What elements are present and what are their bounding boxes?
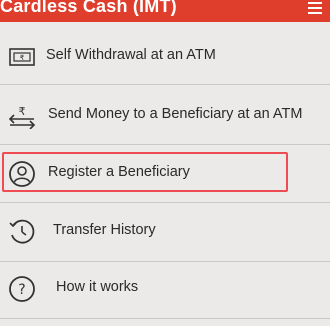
menu-item-label: Transfer History <box>53 222 156 238</box>
menu-item-self-withdrawal[interactable]: ₹ Self Withdrawal at an ATM <box>0 28 330 85</box>
history-clock-icon <box>8 218 36 246</box>
menu-item-label: How it works <box>56 279 139 295</box>
divider <box>0 84 330 85</box>
svg-text:₹: ₹ <box>19 105 26 118</box>
svg-text:?: ? <box>18 282 25 298</box>
menu-item-send-money[interactable]: ₹ Send Money to a Beneficiary at an ATM <box>0 87 330 144</box>
menu-item-how-it-works[interactable]: ? How it works <box>0 260 330 317</box>
page-title: Cardless Cash (IMT) <box>0 0 177 16</box>
divider <box>0 318 330 319</box>
highlight-box <box>2 152 288 192</box>
menu-item-label: Self Withdrawal at an ATM <box>46 47 216 63</box>
rupee-transfer-icon: ₹ <box>8 102 36 130</box>
help-circle-icon: ? <box>8 275 36 303</box>
menu-item-transfer-history[interactable]: Transfer History <box>0 203 330 260</box>
atm-cash-icon: ₹ <box>8 43 36 71</box>
app-header: Cardless Cash (IMT) <box>0 0 330 22</box>
menu-item-label: Send Money to a Beneficiary at an ATM <box>48 106 303 122</box>
menu-icon[interactable] <box>308 2 322 14</box>
svg-text:₹: ₹ <box>20 54 25 62</box>
